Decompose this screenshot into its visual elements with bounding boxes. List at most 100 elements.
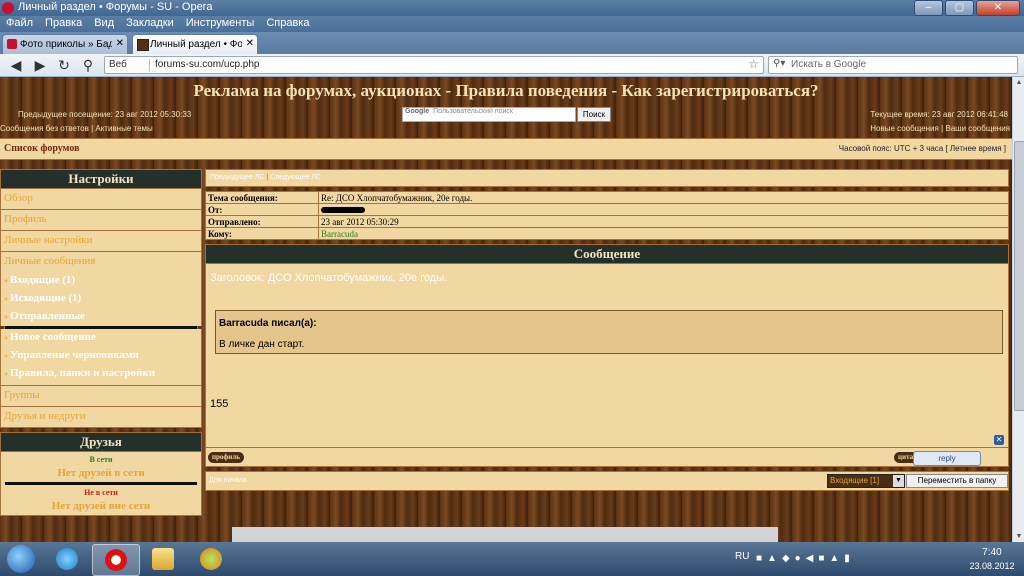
table-row: От:: [205, 203, 1009, 216]
sidebar-item-new-message[interactable]: » Новое сообщение: [0, 329, 202, 347]
redacted-username: [321, 207, 365, 214]
sidebar-item-friends-foes[interactable]: Друзья и недруги: [0, 407, 202, 428]
window-titlebar: Личный раздел • Форумы - SU - Opera – ▢ …: [0, 0, 1024, 16]
url-text[interactable]: forums-su.com/ucp.php: [155, 59, 260, 70]
taskbar-app[interactable]: [188, 544, 234, 574]
minimize-button[interactable]: –: [914, 0, 943, 16]
sidebar-item-sent[interactable]: » Отправленные: [0, 308, 202, 326]
clock-date[interactable]: 23.08.2012: [966, 561, 1018, 571]
search-button[interactable]: Поиск: [577, 107, 611, 122]
tab-bar: Фото приколы » Бада... ✕ Личный раздел •…: [0, 32, 1024, 81]
forward-icon[interactable]: ▶: [32, 57, 48, 74]
close-button[interactable]: ✕: [976, 0, 1020, 16]
forum-index-link[interactable]: Список форумов: [4, 143, 80, 154]
bookmark-star-icon[interactable]: ☆: [748, 57, 759, 71]
folder-select-value: Входящие [1]: [830, 476, 880, 485]
start-button-icon[interactable]: [7, 545, 35, 573]
sidebar-item-label: Новое сообщение: [10, 331, 96, 343]
reload-icon[interactable]: ↻: [56, 57, 72, 74]
opera-logo-icon[interactable]: [2, 2, 14, 14]
close-tab-icon[interactable]: ✕: [116, 38, 124, 49]
menu-tools[interactable]: Инструменты: [180, 16, 261, 29]
taskbar-opera[interactable]: [92, 544, 140, 576]
quick-links-right[interactable]: Новые сообщения | Ваши сообщения: [870, 124, 1010, 133]
sidebar-item-groups[interactable]: Группы: [0, 386, 202, 407]
address-field[interactable]: Веб forums-su.com/ucp.php ☆: [104, 56, 764, 74]
quote-text: В личке дан старт.: [219, 339, 305, 350]
footer-banner: [232, 527, 778, 542]
nav-separator: |: [266, 174, 269, 181]
menu-bookmarks[interactable]: Закладки: [120, 16, 180, 29]
sent-label: Отправлено:: [205, 215, 319, 228]
delete-icon[interactable]: ✕: [994, 435, 1004, 445]
taskbar: RU ■▲◆●◀■▲▮ 7:40 23.08.2012: [0, 542, 1024, 576]
sidebar-item-outbox[interactable]: » Исходящие (1): [0, 290, 202, 308]
sidebar-item-inbox[interactable]: » Входящие (1): [0, 272, 202, 290]
from-label: От:: [205, 203, 319, 216]
no-friends-online: Нет друзей в сети: [57, 467, 145, 479]
profile-button[interactable]: профиль: [208, 452, 244, 463]
friends-heading: Друзья: [0, 432, 202, 452]
scrollbar-thumb[interactable]: [1014, 141, 1024, 411]
next-pm-link[interactable]: Следующее ЛС: [270, 174, 321, 181]
clock-time[interactable]: 7:40: [972, 547, 1012, 558]
chevron-down-icon: ▼: [893, 475, 904, 487]
tab-photo-jokes[interactable]: Фото приколы » Бада... ✕: [2, 34, 128, 55]
custom-search-input[interactable]: Google Пользовательский поиск: [402, 107, 576, 122]
body-subject: Заголовок: ДСО Хлопчатобумажник, 20е год…: [210, 272, 448, 284]
scroll-down-icon[interactable]: ▼: [1013, 533, 1024, 540]
sidebar-item-profile[interactable]: Профиль: [0, 210, 202, 231]
web-badge: Веб: [109, 59, 127, 70]
table-row: Кому: Barracuda: [205, 227, 1009, 240]
maximize-button[interactable]: ▢: [945, 0, 974, 16]
sidebar-item-drafts[interactable]: » Управление черновиками: [0, 347, 202, 365]
taskbar-ie[interactable]: [44, 544, 90, 574]
divider: [149, 59, 150, 71]
sidebar-item-rules[interactable]: » Правила, папки и настройки: [0, 365, 202, 386]
menu-edit[interactable]: Правка: [39, 16, 88, 29]
sidebar-item-label: Входящие (1): [10, 274, 76, 286]
message-panel: Предыдущее ЛС | Следующее ЛС Тема сообще…: [205, 169, 1009, 491]
search-placeholder: Искать в Google: [791, 59, 867, 70]
offline-label: Не в сети: [84, 488, 118, 497]
scroll-up-icon[interactable]: ▲: [1013, 79, 1024, 86]
sidebar-item-personal-settings[interactable]: Личные настройки: [0, 231, 202, 252]
to-label: Кому:: [205, 227, 319, 240]
move-to-folder-button[interactable]: Переместить в папку: [906, 474, 1008, 488]
language-indicator[interactable]: RU: [735, 551, 749, 562]
site-favicon-icon: [7, 39, 17, 49]
recipient-link[interactable]: Barracuda: [318, 227, 1009, 240]
tab-label: Фото приколы » Бада...: [20, 39, 112, 50]
timezone-text: Часовой пояс: UTC + 3 часа [ Летнее врем…: [838, 144, 1006, 153]
close-tab-icon[interactable]: ✕: [246, 38, 254, 49]
web-page: Реклама на форумах, аукционах - Правила …: [0, 77, 1012, 542]
subject-label: Тема сообщения:: [205, 191, 319, 204]
address-toolbar: ◀ ▶ ↻ ⚲ Веб forums-su.com/ucp.php ☆ ⚲▾ И…: [0, 54, 1024, 77]
sidebar-item-label: Правила, папки и настройки: [10, 367, 156, 379]
breadcrumb-bar: Список форумов Часовой пояс: UTC + 3 час…: [0, 138, 1012, 160]
top-link[interactable]: Для начала: [209, 477, 247, 484]
folder-select[interactable]: Входящие [1] ▼: [827, 474, 905, 488]
sidebar-item-label: Управление черновиками: [10, 349, 139, 361]
prev-pm-link[interactable]: Предыдущее ЛС: [210, 174, 264, 181]
menu-view[interactable]: Вид: [88, 16, 120, 29]
action-bar: профиль цитата reply: [205, 448, 1009, 467]
pm-navigation: Предыдущее ЛС | Следующее ЛС: [205, 169, 1009, 187]
tray-icons[interactable]: ■▲◆●◀■▲▮: [756, 553, 855, 564]
last-visit: Предыдущее посещение: 23 авг 2012 05:30:…: [18, 110, 192, 119]
menu-help[interactable]: Справка: [260, 16, 315, 29]
sidebar-item-pm[interactable]: Личные сообщения: [0, 252, 202, 272]
table-row: Отправлено: 23 авг 2012 05:30:29: [205, 215, 1009, 228]
back-icon[interactable]: ◀: [8, 57, 24, 74]
taskbar-explorer[interactable]: [140, 544, 186, 574]
key-icon[interactable]: ⚲: [80, 57, 96, 74]
quick-links-left[interactable]: Сообщения без ответов | Активные темы: [0, 124, 153, 133]
page-scrollbar[interactable]: ▲ ▼: [1012, 77, 1024, 542]
menu-file[interactable]: Файл: [0, 16, 39, 29]
sidebar-item-overview[interactable]: Обзор: [0, 189, 202, 210]
reply-button[interactable]: reply: [913, 451, 981, 466]
forum-headline[interactable]: Реклама на форумах, аукционах - Правила …: [0, 81, 1012, 101]
online-label: В сети: [89, 455, 113, 464]
search-field[interactable]: ⚲▾ Искать в Google: [768, 56, 1018, 74]
tab-personal-section[interactable]: Личный раздел • Фор... ✕: [132, 34, 258, 55]
